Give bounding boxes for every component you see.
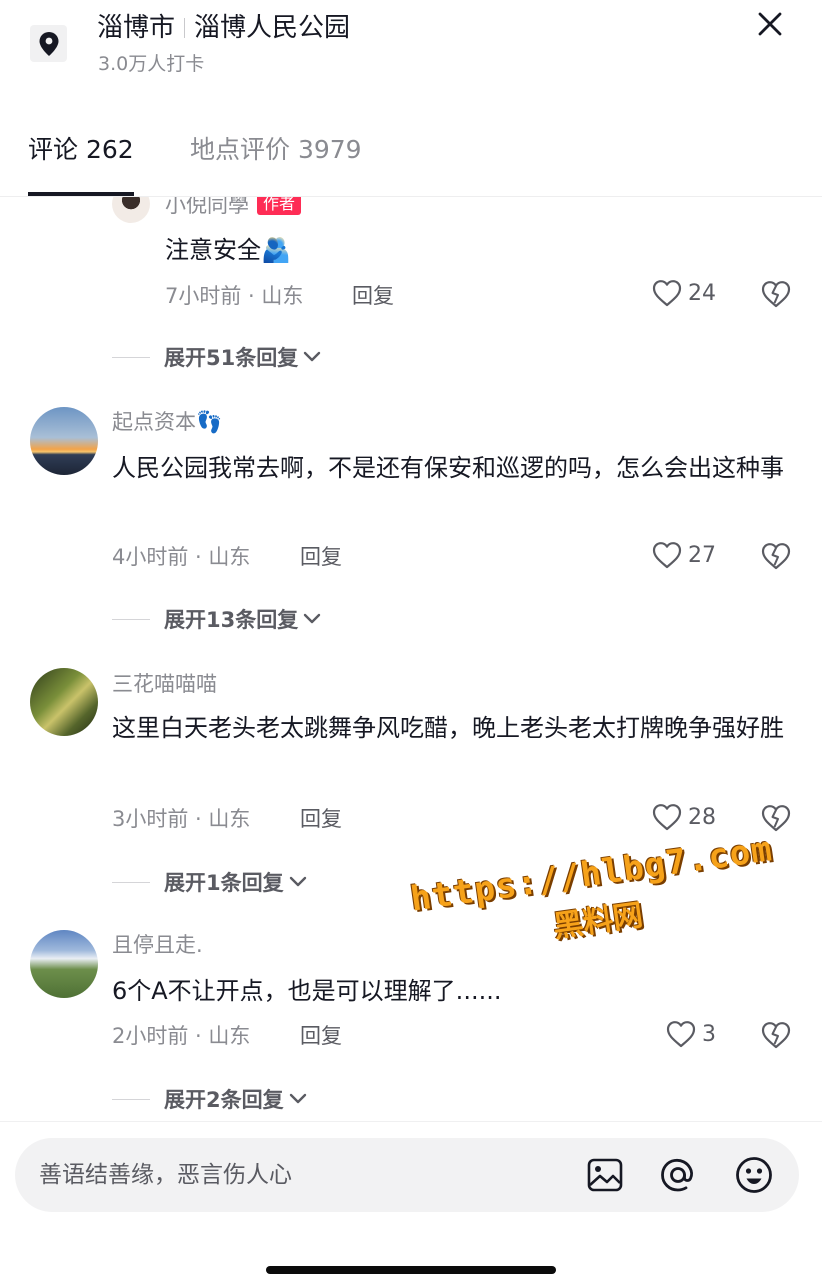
close-icon[interactable] xyxy=(752,6,788,42)
comment-meta: 2小时前 · 山东 xyxy=(112,1024,251,1048)
expand-text: 展开51条回复 xyxy=(164,346,299,370)
reply-button[interactable]: 回复 xyxy=(300,542,342,572)
location-header: 淄博市 淄博人民公园 3.0万人打卡 xyxy=(0,0,822,100)
like-count: 3 xyxy=(702,1021,716,1047)
image-icon[interactable] xyxy=(586,1156,624,1194)
expand-replies-button[interactable]: 展开2条回复 xyxy=(112,1084,308,1114)
chevron-down-icon xyxy=(289,1093,306,1104)
heart-icon xyxy=(652,804,682,831)
comment-username[interactable]: 且停且走. xyxy=(112,930,203,960)
username-text: 小倪同學 xyxy=(165,197,249,217)
broken-heart-icon[interactable] xyxy=(761,280,791,312)
expand-line xyxy=(112,1098,150,1100)
like-count: 27 xyxy=(688,542,716,568)
avatar[interactable] xyxy=(30,407,98,475)
title-divider xyxy=(184,18,186,38)
expand-replies-button[interactable]: 展开13条回复 xyxy=(112,604,322,634)
broken-heart-icon[interactable] xyxy=(761,1021,791,1053)
heart-icon xyxy=(652,542,682,569)
like-count: 28 xyxy=(688,804,716,830)
comment-meta: 4小时前 · 山东 xyxy=(112,545,251,569)
like-button[interactable]: 3 xyxy=(666,1020,716,1048)
avatar[interactable] xyxy=(30,930,98,998)
chevron-down-icon xyxy=(304,613,321,624)
expand-text: 展开1条回复 xyxy=(164,871,284,895)
home-indicator[interactable] xyxy=(266,1266,556,1274)
comment-username[interactable]: 小倪同學 作者 xyxy=(165,197,302,220)
reply-button[interactable]: 回复 xyxy=(352,281,394,311)
expand-line xyxy=(112,881,150,883)
comment-username[interactable]: 三花喵喵喵 xyxy=(112,669,217,699)
expand-text: 展开2条回复 xyxy=(164,1088,284,1112)
header-title[interactable]: 淄博市 淄博人民公园 xyxy=(97,8,350,48)
at-icon[interactable] xyxy=(659,1156,697,1194)
expand-line xyxy=(112,618,150,620)
comment-username[interactable]: 起点资本👣 xyxy=(112,407,222,437)
comment-input[interactable]: 善语结善缘，恶言伤人心 xyxy=(15,1138,799,1212)
expand-replies-button[interactable]: 展开1条回复 xyxy=(112,867,308,897)
expand-text: 展开13条回复 xyxy=(164,608,299,632)
heart-icon xyxy=(652,280,682,307)
comment-input-bar: 善语结善缘，恶言伤人心 xyxy=(0,1121,822,1281)
like-button[interactable]: 27 xyxy=(652,541,716,569)
heart-icon xyxy=(666,1021,696,1048)
broken-heart-icon[interactable] xyxy=(761,542,791,574)
emoji-icon[interactable] xyxy=(735,1156,773,1194)
comment-meta: 3小时前 · 山东 xyxy=(112,807,251,831)
comment-text: 注意安全🫂 xyxy=(165,236,291,264)
expand-replies-button[interactable]: 展开51条回复 xyxy=(112,342,322,372)
checkin-count: 3.0万人打卡 xyxy=(98,53,205,75)
avatar[interactable] xyxy=(112,197,150,223)
expand-line xyxy=(112,356,150,358)
input-placeholder: 善语结善缘，恶言伤人心 xyxy=(39,1162,292,1188)
avatar[interactable] xyxy=(30,668,98,736)
author-badge: 作者 xyxy=(257,197,302,215)
comment-list[interactable]: 小倪同學 作者 注意安全🫂 7小时前 · 山东 回复 24 展开51条回复 起点资… xyxy=(0,197,822,1120)
like-count: 24 xyxy=(688,280,716,306)
place-name: 淄博人民公园 xyxy=(194,13,351,43)
tab-place-reviews[interactable]: 地点评价 3979 xyxy=(190,130,362,170)
location-pin-icon[interactable] xyxy=(30,25,67,62)
like-button[interactable]: 24 xyxy=(652,279,716,307)
chevron-down-icon xyxy=(289,876,306,887)
comment-text: 人民公园我常去啊，不是还有保安和巡逻的吗，怎么会出这种事 xyxy=(112,454,784,482)
reply-button[interactable]: 回复 xyxy=(300,804,342,834)
tab-bar: 评论 262 地点评价 3979 xyxy=(0,110,822,198)
comment-text: 这里白天老头老太跳舞争风吃醋，晚上老头老太打牌晚争强好胜 xyxy=(112,714,784,742)
comment-text: 6个A不让开点，也是可以理解了...... xyxy=(112,977,502,1005)
reply-button[interactable]: 回复 xyxy=(300,1021,342,1051)
chevron-down-icon xyxy=(304,351,321,362)
tab-comments[interactable]: 评论 262 xyxy=(28,130,134,170)
like-button[interactable]: 28 xyxy=(652,803,716,831)
comment-meta: 7小时前 · 山东 xyxy=(165,284,304,308)
city-name: 淄博市 xyxy=(97,13,176,43)
